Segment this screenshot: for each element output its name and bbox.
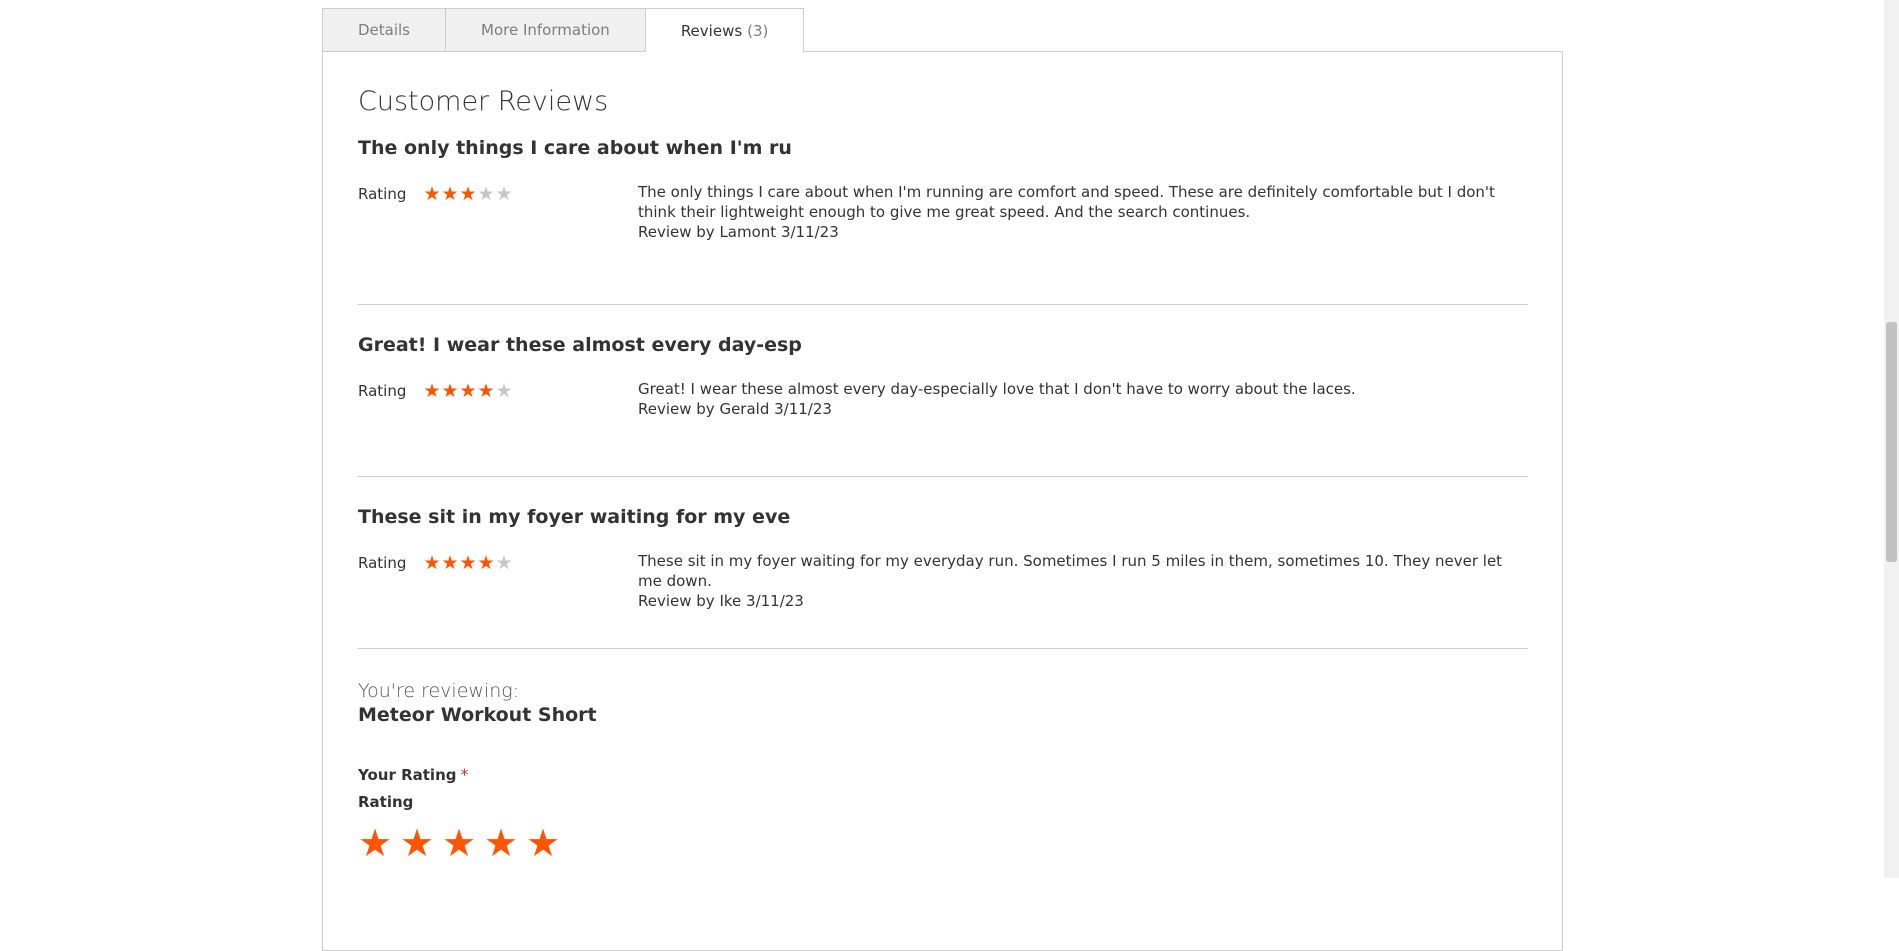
- rating-stars: ★ ★ ★ ★ ★: [423, 381, 513, 401]
- star-icon: ★: [477, 552, 495, 574]
- star-5-icon[interactable]: ★: [526, 823, 560, 863]
- star-icon: ★: [423, 183, 441, 205]
- star-icon: ★: [495, 183, 513, 205]
- star-icon: ★: [495, 552, 513, 574]
- star-icon: ★: [495, 380, 513, 402]
- star-icon: ★: [441, 380, 459, 402]
- review-text: These sit in my foyer waiting for my eve…: [638, 552, 1503, 590]
- review-title: The only things I care about when I'm ru: [358, 137, 792, 159]
- star-3-icon[interactable]: ★: [442, 823, 476, 863]
- review-content: These sit in my foyer waiting for my eve…: [638, 551, 1528, 611]
- rating-sub-label: Rating: [358, 793, 414, 811]
- product-tabs: Details More Information Reviews (3): [322, 8, 805, 52]
- your-rating-row: Your Rating *: [358, 765, 1528, 784]
- reviews-count: (3): [747, 21, 769, 40]
- star-icon: ★: [441, 552, 459, 574]
- product-name: Meteor Workout Short: [358, 704, 597, 726]
- review-content: The only things I care about when I'm ru…: [638, 182, 1528, 242]
- review-text: The only things I care about when I'm ru…: [638, 183, 1495, 221]
- youre-reviewing-label: You're reviewing:: [358, 680, 520, 702]
- rating-label: Rating: [358, 554, 407, 572]
- review-item: Great! I wear these almost every day-esp…: [358, 333, 1528, 477]
- review-content: Great! I wear these almost every day-esp…: [638, 379, 1528, 419]
- review-item: These sit in my foyer waiting for my eve…: [358, 505, 1528, 649]
- reviews-content: Customer Reviews The only things I care …: [358, 82, 1528, 863]
- star-icon: ★: [423, 380, 441, 402]
- your-rating-label: Your Rating: [358, 766, 457, 784]
- star-icon: ★: [423, 552, 441, 574]
- scrollbar-thumb[interactable]: [1886, 322, 1897, 562]
- star-1-icon[interactable]: ★: [358, 823, 392, 863]
- rating-label: Rating: [358, 382, 407, 400]
- rating-stars: ★ ★ ★ ★ ★: [423, 184, 513, 204]
- customer-reviews-title: Customer Reviews: [358, 86, 609, 117]
- reviews-panel: Customer Reviews The only things I care …: [322, 51, 1563, 951]
- scrollbar[interactable]: [1884, 0, 1899, 878]
- rating-stars: ★ ★ ★ ★ ★: [423, 553, 513, 573]
- rating-input: ★ ★ ★ ★ ★: [358, 823, 1528, 863]
- review-title: These sit in my foyer waiting for my eve: [358, 506, 791, 528]
- review-text: Great! I wear these almost every day-esp…: [638, 380, 1356, 398]
- star-icon: ★: [459, 183, 477, 205]
- tab-label: More Information: [481, 21, 610, 39]
- review-byline: Review by Ike 3/11/23: [638, 592, 804, 610]
- star-icon: ★: [477, 380, 495, 402]
- star-icon: ★: [477, 183, 495, 205]
- rating-label: Rating: [358, 185, 407, 203]
- review-byline: Review by Lamont 3/11/23: [638, 223, 839, 241]
- tab-label: Reviews: [680, 21, 743, 40]
- review-form: You're reviewing: Meteor Workout Short Y…: [358, 679, 1528, 863]
- star-icon: ★: [459, 552, 477, 574]
- star-icon: ★: [441, 183, 459, 205]
- tab-reviews[interactable]: Reviews (3): [644, 8, 805, 52]
- star-2-icon[interactable]: ★: [400, 823, 434, 863]
- star-4-icon[interactable]: ★: [484, 823, 518, 863]
- star-icon: ★: [459, 380, 477, 402]
- tab-details[interactable]: Details: [322, 8, 447, 51]
- required-mark: *: [460, 765, 469, 784]
- tab-label: Details: [358, 21, 411, 39]
- review-item: The only things I care about when I'm ru…: [358, 136, 1528, 305]
- review-byline: Review by Gerald 3/11/23: [638, 400, 832, 418]
- tab-more-information[interactable]: More Information: [445, 8, 646, 51]
- review-title: Great! I wear these almost every day-esp: [358, 334, 802, 356]
